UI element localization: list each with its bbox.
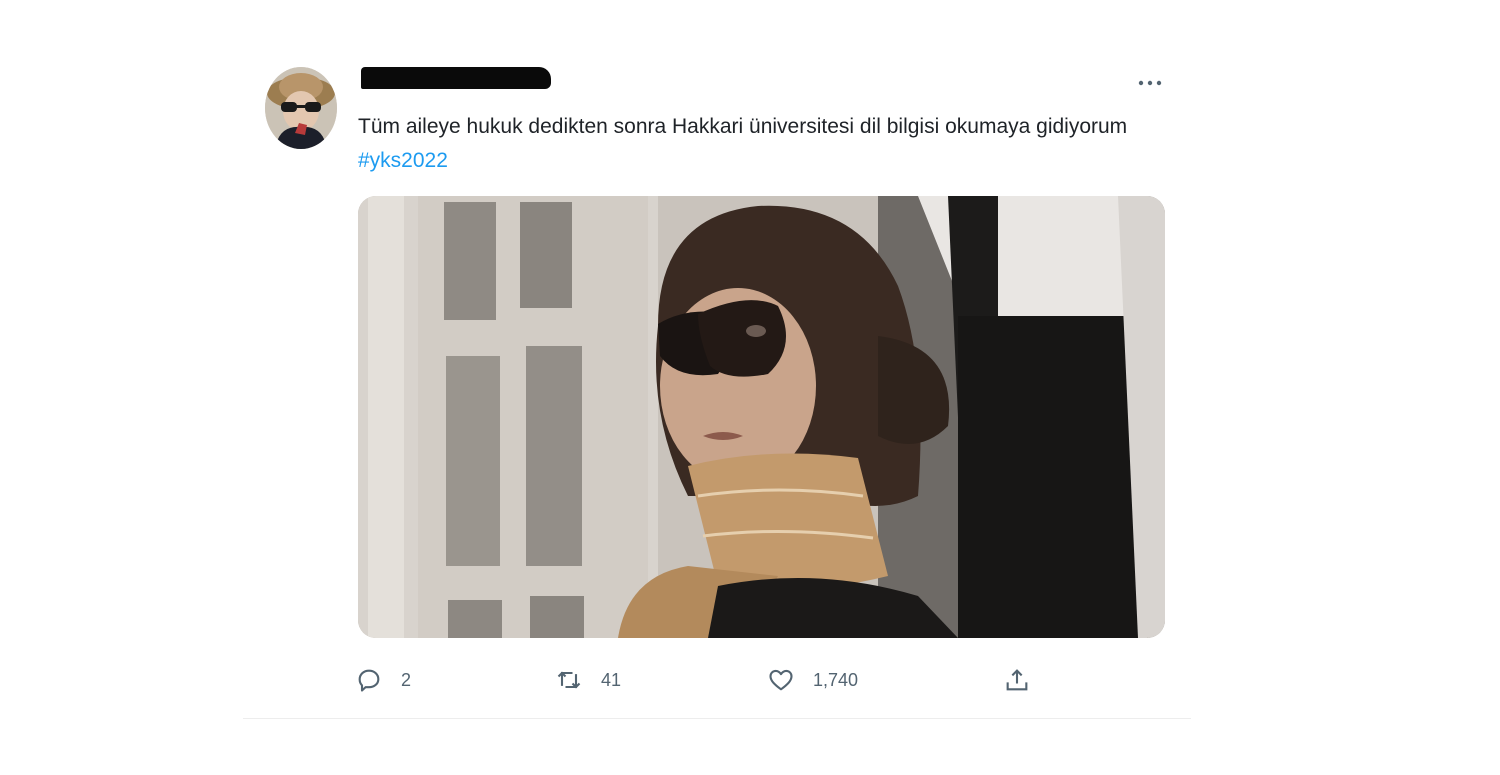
hashtag-link[interactable]: #yks2022 xyxy=(358,149,448,172)
retweet-icon xyxy=(557,671,581,689)
tweet-actions-bar: 2 41 1,740 xyxy=(355,662,1155,698)
more-options-button[interactable] xyxy=(1135,72,1165,94)
avatar-image xyxy=(265,67,337,149)
heart-icon xyxy=(769,669,793,691)
tweet-text-body: Tüm aileye hukuk dedikten sonra Hakkari … xyxy=(358,115,1128,138)
tweet-media-image[interactable] xyxy=(358,196,1165,638)
more-horizontal-icon xyxy=(1138,80,1162,86)
reply-icon xyxy=(358,669,380,692)
like-count: 1,740 xyxy=(813,669,859,690)
author-avatar[interactable] xyxy=(265,67,337,149)
tweet-text: Tüm aileye hukuk dedikten sonra Hakkari … xyxy=(358,110,1158,178)
redaction-bar xyxy=(361,67,551,89)
retweet-count: 41 xyxy=(601,669,622,690)
tweet-card[interactable]: nay @ Tüm aileye hukuk dedikten sonra Ha… xyxy=(243,50,1191,719)
reply-button[interactable]: 2 xyxy=(355,662,411,698)
reply-count: 2 xyxy=(401,669,412,690)
retweet-button[interactable]: 41 xyxy=(555,662,621,698)
like-button[interactable]: 1,740 xyxy=(767,662,858,698)
share-icon xyxy=(1006,669,1028,691)
media-photo xyxy=(358,196,1165,638)
author-line[interactable]: nay @ xyxy=(361,67,681,91)
share-button[interactable] xyxy=(1003,662,1031,698)
